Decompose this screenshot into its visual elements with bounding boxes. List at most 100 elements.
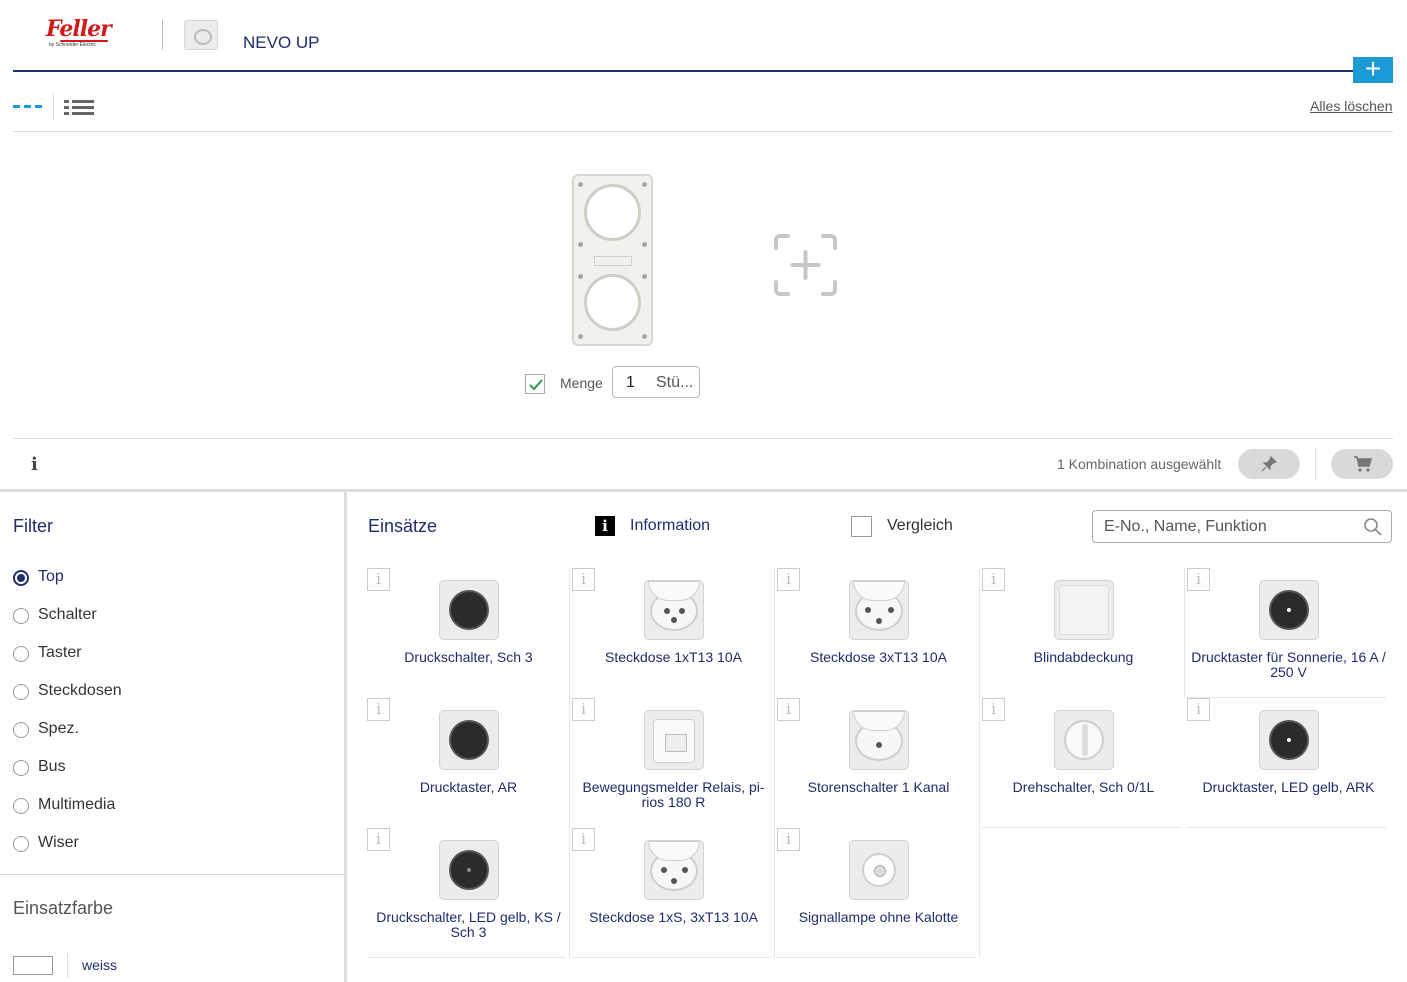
information-icon[interactable]: i [595,516,615,536]
product-name[interactable]: Druckschalter, Sch 3 [371,650,566,665]
product-name[interactable]: Signallampe ohne Kalotte [781,910,976,925]
filter-option-label: Wiser [38,834,79,851]
radio[interactable] [13,836,29,852]
info-icon[interactable]: i [367,568,390,591]
product-name[interactable]: Drehschalter, Sch 0/1L [986,780,1181,795]
add-button[interactable]: + [1353,55,1393,83]
product-image [1054,710,1114,770]
card-border [777,957,976,958]
list-view-icon[interactable] [64,99,94,115]
search-field[interactable] [1092,510,1392,543]
product-image [849,580,909,640]
radio[interactable] [13,608,29,624]
pin-button[interactable] [1238,449,1300,479]
header-divider [162,20,163,50]
info-icon[interactable]: i [982,698,1005,721]
card-border [569,828,570,958]
filter-option-multimedia[interactable]: Multimedia [13,795,313,817]
radio[interactable] [13,722,29,738]
product-card[interactable]: i Druckschalter, LED gelb, KS / Sch 3 [367,828,570,958]
radio[interactable] [13,684,29,700]
radio[interactable] [13,646,29,662]
product-card[interactable]: i Druckschalter, Sch 3 [367,568,570,698]
search-icon[interactable] [1363,517,1383,537]
info-icon[interactable]: i [367,698,390,721]
cart-button[interactable] [1331,449,1393,479]
card-border [569,568,570,698]
product-card[interactable]: i Signallampe ohne Kalotte [777,828,980,958]
info-icon[interactable]: i [777,828,800,851]
product-name[interactable]: Drucktaster, LED gelb, ARK [1191,780,1386,795]
product-card[interactable]: i Drehschalter, Sch 0/1L [982,698,1185,828]
info-icon[interactable]: i [1187,568,1210,591]
filter-option-top[interactable]: Top [13,567,313,589]
info-icon[interactable]: i [777,568,800,591]
product-thumbnail[interactable] [184,20,218,50]
panel-divider [344,492,347,982]
blank-cover-icon [1059,585,1109,635]
section-band [0,489,1407,492]
layout-view-icon[interactable] [13,105,43,108]
app-header: Feller by Schneider Electric NEVO UP + [0,0,1407,83]
product-name[interactable]: Steckdose 1xT13 10A [576,650,771,665]
compare-checkbox[interactable] [851,516,872,537]
card-border [979,568,980,698]
info-icon[interactable]: i [572,828,595,851]
info-icon[interactable]: i [1187,698,1210,721]
search-input[interactable] [1104,517,1354,537]
add-slot-icon[interactable] [774,234,837,296]
product-name[interactable]: Blindabdeckung [986,650,1181,665]
info-icon[interactable]: i [982,568,1005,591]
product-card[interactable]: i Steckdose 1xS, 3xT13 10A [572,828,775,958]
filter-option-steckdosen[interactable]: Steckdosen [13,681,313,703]
product-card[interactable]: i Steckdose 3xT13 10A [777,568,980,698]
product-name[interactable]: Druckschalter, LED gelb, KS / Sch 3 [371,910,566,940]
product-name[interactable]: Steckdose 3xT13 10A [781,650,976,665]
info-icon[interactable]: i [572,568,595,591]
product-name[interactable]: Steckdose 1xS, 3xT13 10A [576,910,771,925]
product-card[interactable]: i Storenschalter 1 Kanal [777,698,980,828]
product-card[interactable]: i Blindabdeckung [982,568,1185,698]
filter-option-bus[interactable]: Bus [13,757,313,779]
product-card[interactable]: i Bewegungsmelder Relais, pi-rios 180 R [572,698,775,828]
product-name[interactable]: Drucktaster, AR [371,780,566,795]
filter-option-schalter[interactable]: Schalter [13,605,313,627]
signal-lamp-icon [862,853,896,887]
clear-all-link[interactable]: Alles löschen [1310,98,1393,114]
frame-screw [642,334,647,339]
product-card[interactable]: i Drucktaster für Sonnerie, 16 A / 250 V [1187,568,1390,698]
information-toggle[interactable]: Information [630,517,710,535]
filter-option-label: Spez. [38,720,79,737]
product-name[interactable]: Drucktaster für Sonnerie, 16 A / 250 V [1191,650,1386,680]
radio[interactable] [13,760,29,776]
product-name[interactable]: Storenschalter 1 Kanal [781,780,976,795]
pin-icon [1261,455,1278,472]
quantity-checkbox[interactable] [525,374,545,394]
card-border [774,828,775,958]
info-icon[interactable]: i [367,828,390,851]
color-swatch-white[interactable] [13,956,53,975]
info-icon[interactable]: i [31,454,38,475]
push-button-icon [1271,592,1307,628]
product-image [849,840,909,900]
radio[interactable] [13,798,29,814]
filter-option-wiser[interactable]: Wiser [13,833,313,855]
radio-selected[interactable] [13,570,29,586]
filter-option-spez[interactable]: Spez. [13,719,313,741]
info-icon[interactable]: i [572,698,595,721]
card-border [979,828,980,958]
filter-option-taster[interactable]: Taster [13,643,313,665]
filter-option-label: Multimedia [38,796,116,813]
product-grid: i Druckschalter, Sch 3 i Steckdose 1xT13… [367,568,1392,960]
info-icon[interactable]: i [777,698,800,721]
product-card[interactable]: i Drucktaster, LED gelb, ARK [1187,698,1390,828]
color-label[interactable]: weiss [82,957,117,973]
product-title: NEVO UP [243,33,320,52]
filter-rule [0,874,344,875]
product-name[interactable]: Bewegungsmelder Relais, pi-rios 180 R [576,780,771,810]
quantity-input[interactable]: 1 Stü... [612,366,700,398]
feller-logo[interactable]: Feller by Schneider Electric [46,16,112,52]
product-card[interactable]: i Steckdose 1xT13 10A [572,568,775,698]
cover-frame-2x[interactable] [572,174,653,346]
product-card[interactable]: i Drucktaster, AR [367,698,570,828]
